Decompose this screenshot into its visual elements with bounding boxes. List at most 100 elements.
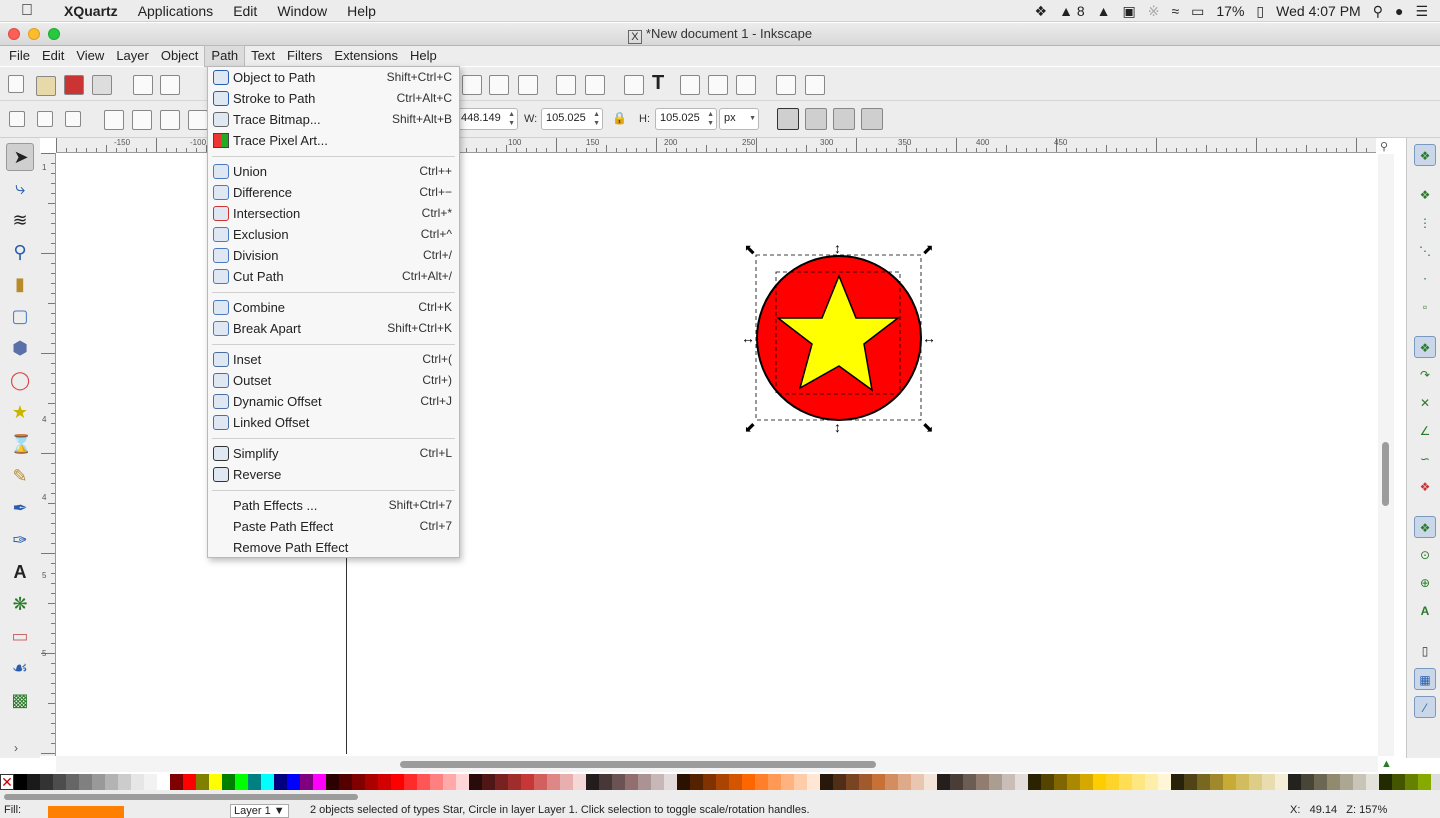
color-swatch[interactable]: [1392, 774, 1405, 790]
deselect-icon[interactable]: [65, 111, 81, 127]
color-swatch[interactable]: [300, 774, 313, 790]
color-swatch[interactable]: [664, 774, 677, 790]
color-swatch[interactable]: [573, 774, 586, 790]
color-swatch[interactable]: [443, 774, 456, 790]
snap-center-icon[interactable]: ⊙: [1414, 544, 1436, 566]
color-swatch[interactable]: [313, 774, 326, 790]
menu-item-dynamic-offset[interactable]: Dynamic Offset Ctrl+J: [208, 391, 459, 412]
color-swatch[interactable]: [248, 774, 261, 790]
snap-page-border-icon[interactable]: ▯: [1414, 640, 1436, 662]
snap-bbox-corner-icon[interactable]: ⋱: [1414, 240, 1436, 262]
handle-sw[interactable]: ⬋: [744, 419, 756, 435]
color-swatch[interactable]: [820, 774, 833, 790]
app-status-icon[interactable]: ▣: [1123, 3, 1136, 20]
snap-bbox-icon[interactable]: ❖: [1414, 184, 1436, 206]
horizontal-scrollbar[interactable]: [56, 756, 1378, 772]
color-swatch[interactable]: [716, 774, 729, 790]
menu-item-trace-pixel-art[interactable]: Trace Pixel Art...: [208, 130, 459, 151]
palette-scrollbar[interactable]: [0, 790, 1440, 804]
group-icon[interactable]: [462, 75, 482, 95]
flip-horizontal-icon[interactable]: [160, 110, 180, 130]
color-swatch[interactable]: [976, 774, 989, 790]
color-swatch[interactable]: [1275, 774, 1288, 790]
measure-tool-icon[interactable]: ▮: [6, 271, 34, 299]
color-swatch[interactable]: [1301, 774, 1314, 790]
color-swatch[interactable]: [170, 774, 183, 790]
color-swatch[interactable]: [1379, 774, 1392, 790]
pencil-tool-icon[interactable]: ✎: [6, 463, 34, 491]
preferences-icon[interactable]: [805, 75, 825, 95]
menu-item-break-apart[interactable]: Break Apart Shift+Ctrl+K: [208, 318, 459, 339]
menu-item-outset[interactable]: Outset Ctrl+): [208, 370, 459, 391]
color-swatch[interactable]: [274, 774, 287, 790]
gradient-tool-icon[interactable]: ▩: [6, 687, 34, 715]
calligraphy-tool-icon[interactable]: ✑: [6, 527, 34, 555]
no-paint-swatch[interactable]: ✕: [0, 774, 14, 790]
color-swatch[interactable]: [924, 774, 937, 790]
menu-view[interactable]: View: [70, 46, 110, 66]
handle-nw[interactable]: ⬉: [744, 241, 756, 257]
color-swatch[interactable]: [1327, 774, 1340, 790]
text-tool-icon[interactable]: A: [6, 559, 34, 587]
document-properties-icon[interactable]: [776, 75, 796, 95]
vertical-scroll-thumb[interactable]: [1382, 442, 1389, 506]
snap-intersections-icon[interactable]: ✕: [1414, 392, 1436, 414]
menu-text[interactable]: Text: [245, 46, 281, 66]
export-icon[interactable]: [160, 75, 180, 95]
dropbox-icon[interactable]: ❖: [1035, 3, 1048, 20]
snap-nodes-icon[interactable]: ❖: [1414, 336, 1436, 358]
new-document-icon[interactable]: [8, 75, 24, 93]
handle-ne[interactable]: ⬈: [922, 241, 934, 257]
color-swatch[interactable]: [768, 774, 781, 790]
color-swatch[interactable]: [1145, 774, 1158, 790]
menubar-help[interactable]: Help: [337, 0, 386, 22]
menu-item-paste-path-effect[interactable]: Paste Path Effect Ctrl+7: [208, 516, 459, 537]
color-swatch[interactable]: [1106, 774, 1119, 790]
spotlight-search-icon[interactable]: ⚲: [1373, 3, 1383, 20]
transform-gradients-toggle[interactable]: [833, 108, 855, 130]
notification-center-icon[interactable]: ☰: [1415, 3, 1428, 20]
color-swatch[interactable]: [638, 774, 651, 790]
star-tool-icon[interactable]: ★: [6, 399, 34, 427]
color-swatch[interactable]: [599, 774, 612, 790]
menu-item-combine[interactable]: Combine Ctrl+K: [208, 297, 459, 318]
cms-toggle-icon[interactable]: ▲: [1381, 758, 1392, 770]
menu-item-stroke-to-path[interactable]: Stroke to Path Ctrl+Alt+C: [208, 88, 459, 109]
menubar-applications[interactable]: Applications: [128, 0, 224, 22]
color-swatch[interactable]: [1080, 774, 1093, 790]
menu-help[interactable]: Help: [404, 46, 443, 66]
rectangle-tool-icon[interactable]: ▢: [6, 303, 34, 331]
color-swatch[interactable]: [1262, 774, 1275, 790]
color-swatch[interactable]: [66, 774, 79, 790]
handle-se[interactable]: ⬊: [922, 419, 934, 435]
color-swatch[interactable]: [833, 774, 846, 790]
color-swatch[interactable]: [326, 774, 339, 790]
color-swatch[interactable]: [1210, 774, 1223, 790]
menu-item-intersection[interactable]: Intersection Ctrl+*: [208, 203, 459, 224]
color-swatch[interactable]: [456, 774, 469, 790]
menu-extensions[interactable]: Extensions: [328, 46, 404, 66]
color-swatch[interactable]: [1002, 774, 1015, 790]
menubar-window[interactable]: Window: [267, 0, 337, 22]
color-swatch[interactable]: [781, 774, 794, 790]
3d-box-tool-icon[interactable]: ⬢: [6, 335, 34, 363]
snap-rotation-center-icon[interactable]: ⊕: [1414, 572, 1436, 594]
color-swatch[interactable]: [625, 774, 638, 790]
menu-layer[interactable]: Layer: [110, 46, 155, 66]
select-all-layers-icon[interactable]: [37, 111, 53, 127]
open-file-icon[interactable]: [36, 76, 56, 96]
color-swatch[interactable]: [1418, 774, 1431, 790]
zoom-drawing-icon[interactable]: [585, 75, 605, 95]
xml-editor-icon[interactable]: [708, 75, 728, 95]
color-swatch[interactable]: [807, 774, 820, 790]
notification-count[interactable]: ▲ 8: [1059, 3, 1085, 19]
color-swatch[interactable]: [14, 774, 27, 790]
menu-object[interactable]: Object: [155, 46, 205, 66]
snap-bbox-edge-icon[interactable]: ⋮: [1414, 212, 1436, 234]
rotate-ccw-icon[interactable]: [104, 110, 124, 130]
snap-text-baseline-icon[interactable]: A: [1414, 600, 1436, 622]
color-swatch[interactable]: [1366, 774, 1379, 790]
color-swatch[interactable]: [53, 774, 66, 790]
airplay-icon[interactable]: ▭: [1191, 3, 1204, 20]
print-icon[interactable]: [92, 75, 112, 95]
